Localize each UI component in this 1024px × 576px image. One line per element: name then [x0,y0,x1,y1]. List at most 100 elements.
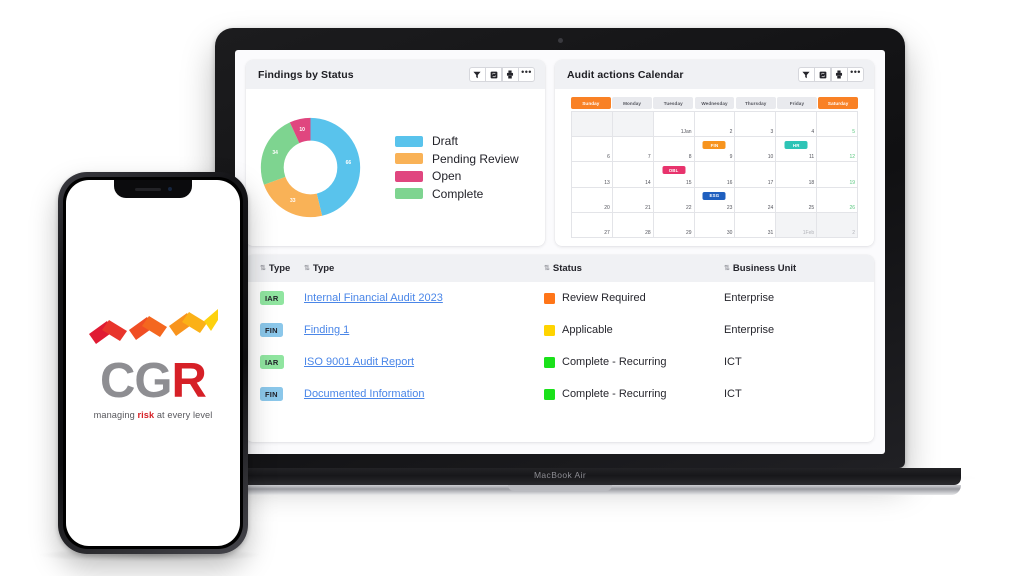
more-icon[interactable]: ••• [847,67,864,82]
filter-icon[interactable] [468,67,486,82]
cell-business-unit: Enterprise [724,292,874,304]
cell-type-code: FIN [246,323,304,337]
calendar-day-cell[interactable]: 28 [612,212,654,238]
calendar-day-cell[interactable]: 31 [735,212,777,238]
calendar-day-cell[interactable]: 2 [817,212,858,238]
table-header-row: ⇅ Type ⇅ Type ⇅ Status ⇅ Business Unit [246,255,874,282]
record-link[interactable]: Internal Financial Audit 2023 [304,292,443,304]
cell-status: Complete - Recurring [544,388,724,400]
export-icon[interactable] [501,67,519,82]
calendar-day-cell[interactable] [612,112,654,138]
column-header-type-code[interactable]: ⇅ Type [246,263,304,274]
findings-panel-header: Findings by Status ••• [246,60,545,89]
calendar-day-number: 12 [849,154,855,161]
calendar-day-number: 15 [686,179,692,186]
calendar-day-cell[interactable]: 1Feb [776,212,818,238]
calendar-day-cell[interactable]: 4 [776,112,818,138]
sort-icon: ⇅ [544,265,550,272]
calendar-weekday-header: Sunday Monday Tuesday Wednesday Thursday Frid… [571,97,858,109]
findings-panel-toolbar: ••• [468,67,535,82]
calendar-event-badge[interactable]: OBL [662,166,686,175]
record-link[interactable]: Finding 1 [304,324,349,336]
calendar-day-cell[interactable] [572,112,613,138]
donut-chart: 66 33 34 10 [260,117,361,218]
record-link[interactable]: Documented Information [304,388,424,400]
phone-screen: CGR managing risk at every level [66,180,240,546]
calendar-day-cell[interactable]: 22 [653,187,695,213]
column-label: Type [268,263,291,274]
table-row[interactable]: IAR ISO 9001 Audit Report Complete - Recur… [246,346,874,378]
column-header-type-name[interactable]: ⇅ Type [304,263,544,274]
status-label: Complete - Recurring [562,388,667,400]
calendar-day-number: 20 [604,204,610,211]
calendar-day-cell[interactable]: OBL 15 [653,162,695,188]
calendar-day-cell[interactable]: 1Jan [653,112,695,138]
status-label: Applicable [562,324,613,336]
calendar-day-cell[interactable]: 7 [612,137,654,163]
filter-icon[interactable] [797,67,815,82]
table-row[interactable]: IAR Internal Financial Audit 2023 Review R… [246,282,874,314]
record-link[interactable]: ISO 9001 Audit Report [304,356,414,368]
calendar-day-cell[interactable]: 19 [817,162,858,188]
legend-label-pending-review: Pending Review [432,151,519,166]
calendar-day-cell[interactable]: 16 [694,162,736,188]
calendar-day-cell[interactable]: 24 [735,187,777,213]
calendar-day-cell[interactable]: 27 [572,212,613,238]
cell-type-code: IAR [246,291,304,305]
calendar-day-cell[interactable]: 13 [572,162,613,188]
calendar-day-cell[interactable]: 2 [694,112,736,138]
column-header-status[interactable]: ⇅ Status [544,263,724,274]
logo-tagline: managing risk at every level [94,410,213,420]
table-row[interactable]: FIN Documented Information Complete - Recu… [246,378,874,410]
more-icon[interactable]: ••• [518,67,535,82]
audit-actions-calendar-panel: Audit actions Calendar ••• Sunday Monday… [555,60,874,246]
calendar-day-cell[interactable]: 8 [653,137,695,163]
calendar-day-cell[interactable]: 21 [612,187,654,213]
calendar-day-cell[interactable]: 12 [817,137,858,163]
export-icon[interactable] [830,67,848,82]
calendar-day-grid: 1Jan 2 3 4 5 6 7 8 FIN 9 10 HR 11 12 13 14 OBL 15 16 17 18 19… [571,111,858,238]
logo-word-r: R [171,353,207,408]
calendar-weekday-tuesday: Tuesday [653,97,694,109]
tagline-post: at every level [154,409,213,420]
calendar-day-cell[interactable]: HR 11 [776,137,818,163]
findings-panel-title: Findings by Status [258,68,354,81]
cell-status: Review Required [544,292,724,304]
calendar-day-number: 5 [852,129,855,136]
calendar-day-cell[interactable]: FIN 9 [694,137,736,163]
calendar-day-cell[interactable]: 29 [653,212,695,238]
cell-status: Applicable [544,324,724,336]
refresh-icon[interactable] [814,67,831,82]
column-header-business-unit[interactable]: ⇅ Business Unit [724,263,874,274]
calendar-day-cell[interactable]: 26 [817,187,858,213]
calendar-event-badge[interactable]: ESG [702,191,726,200]
calendar-widget: Sunday Monday Tuesday Wednesday Thursday Frid… [567,95,862,238]
logo-wordmark: CGR [100,353,207,408]
calendar-day-cell[interactable]: 14 [612,162,654,188]
calendar-day-cell[interactable]: 18 [776,162,818,188]
calendar-day-cell[interactable]: 6 [572,137,613,163]
calendar-day-cell[interactable]: 20 [572,187,613,213]
calendar-day-cell[interactable]: 5 [817,112,858,138]
status-swatch [544,356,555,368]
calendar-day-cell[interactable]: ESG 23 [694,187,736,213]
sort-icon: ⇅ [260,265,266,272]
calendar-day-cell[interactable]: 3 [735,112,777,138]
calendar-panel-title: Audit actions Calendar [567,68,684,81]
calendar-day-cell[interactable]: 25 [776,187,818,213]
calendar-day-cell[interactable]: 10 [735,137,777,163]
calendar-day-cell[interactable]: 17 [735,162,777,188]
table-row[interactable]: FIN Finding 1 Applicable Enterprise [246,314,874,346]
calendar-panel-toolbar: ••• [797,67,864,82]
screenshot-stage: Findings by Status ••• 66 33 34 10 Draft… [0,0,1024,576]
logo-word-cg: CG [100,353,172,408]
business-unit-label: ICT [724,356,742,368]
cell-type-code: IAR [246,355,304,369]
calendar-event-badge[interactable]: FIN [702,141,726,150]
calendar-day-number: 3 [770,129,774,136]
refresh-icon[interactable] [485,67,502,82]
status-label: Review Required [562,292,646,304]
calendar-day-cell[interactable]: 30 [694,212,736,238]
calendar-event-badge[interactable]: HR [784,141,808,150]
calendar-day-number: 24 [767,204,774,211]
